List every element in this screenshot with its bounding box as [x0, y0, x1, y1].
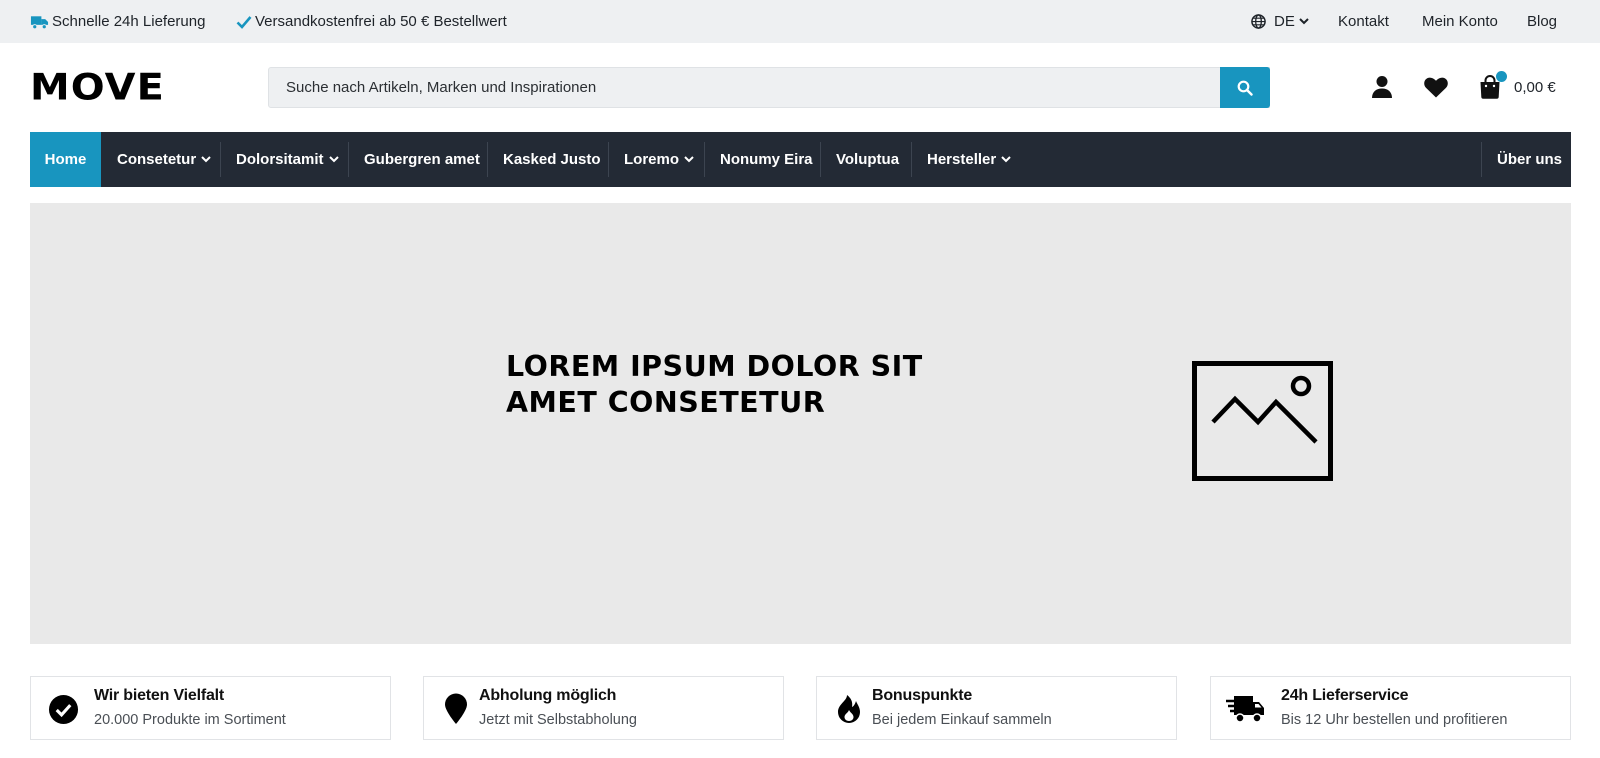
nav-item-home[interactable]: Home — [30, 132, 101, 187]
nav-item-consetetur[interactable]: Consetetur — [117, 132, 211, 187]
usp-box-vielfalt: Wir bieten Vielfalt 20.000 Produkte im S… — [30, 676, 391, 740]
nav-divider — [220, 142, 221, 177]
nav-divider — [911, 142, 912, 177]
chevron-down-icon — [1299, 18, 1309, 25]
logo[interactable]: MOVE — [30, 66, 164, 108]
cart-total[interactable]: 0,00 € — [1514, 79, 1556, 96]
nav-item-hersteller[interactable]: Hersteller — [927, 132, 1011, 187]
map-pin-icon — [440, 693, 472, 725]
usp-box-bonuspunkte: Bonuspunkte Bei jedem Einkauf sammeln — [816, 676, 1177, 740]
nav-item-gubergren-amet[interactable]: Gubergren amet — [364, 132, 480, 187]
nav-item-nonumy-eira[interactable]: Nonumy Eira — [720, 132, 813, 187]
search-button[interactable] — [1220, 67, 1270, 108]
usp-delivery: Schnelle 24h Lieferung — [30, 0, 205, 43]
nav-divider — [608, 142, 609, 177]
check-icon — [236, 15, 255, 29]
hero-banner[interactable]: LOREM IPSUM DOLOR SIT AMET CONSETETUR — [30, 203, 1571, 644]
nav-divider — [820, 142, 821, 177]
nav-item-voluptua[interactable]: Voluptua — [836, 132, 899, 187]
truck-icon — [30, 14, 52, 30]
nav-item-dolorsitamit[interactable]: Dolorsitamit — [236, 132, 339, 187]
wishlist-button[interactable] — [1423, 73, 1449, 101]
nav-divider — [1481, 142, 1482, 177]
nav-item-loremo[interactable]: Loremo — [624, 132, 694, 187]
link-kontakt[interactable]: Kontakt — [1338, 0, 1389, 43]
hero-title: LOREM IPSUM DOLOR SIT AMET CONSETETUR — [506, 350, 923, 419]
heart-icon — [1424, 77, 1448, 98]
nav-divider — [704, 142, 705, 177]
truck-fast-icon — [1225, 693, 1265, 725]
nav-divider — [487, 142, 488, 177]
nav-item-kasked-justo[interactable]: Kasked Justo — [503, 132, 601, 187]
search-icon — [1237, 80, 1253, 96]
usp-shipping: Versandkostenfrei ab 50 € Bestellwert — [236, 0, 507, 43]
chevron-down-icon — [201, 156, 211, 163]
link-blog[interactable]: Blog — [1527, 0, 1557, 43]
globe-icon — [1251, 14, 1266, 29]
user-icon — [1371, 75, 1393, 99]
chevron-down-icon — [684, 156, 694, 163]
language-label: DE — [1274, 13, 1295, 30]
usp-box-abholung: Abholung möglich Jetzt mit Selbstabholun… — [423, 676, 784, 740]
account-button[interactable] — [1369, 73, 1395, 101]
search-input[interactable]: Suche nach Artikeln, Marken und Inspirat… — [268, 67, 1270, 108]
main-navigation: Home Consetetur Dolorsitamit Gubergren a… — [30, 132, 1571, 187]
language-selector[interactable]: DE — [1251, 0, 1309, 43]
chevron-down-icon — [1001, 156, 1011, 163]
nav-item-ueber-uns[interactable]: Über uns — [1497, 132, 1562, 187]
top-bar: Schnelle 24h Lieferung Versandkostenfrei… — [0, 0, 1600, 43]
usp-box-lieferservice: 24h Lieferservice Bis 12 Uhr bestellen u… — [1210, 676, 1571, 740]
chevron-down-icon — [328, 156, 339, 163]
link-mein-konto[interactable]: Mein Konto — [1422, 0, 1498, 43]
flame-icon — [833, 693, 865, 725]
cart-badge — [1496, 71, 1507, 82]
image-placeholder-icon — [1192, 361, 1334, 486]
check-circle-icon — [47, 693, 79, 725]
nav-divider — [348, 142, 349, 177]
